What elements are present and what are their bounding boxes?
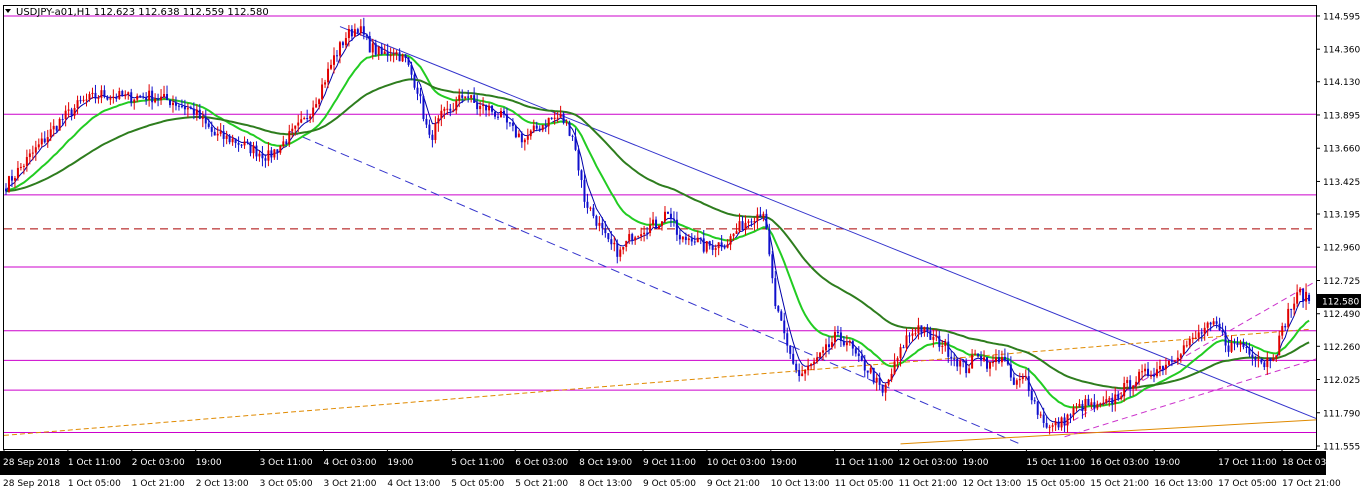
candle: [401, 53, 404, 63]
x-tick-label-top: 15 Oct 11:00: [1026, 458, 1085, 468]
x-tick-label-top: 8 Oct 19:00: [579, 458, 632, 468]
x-tick-label-top: 16 Oct 03:00: [1090, 458, 1149, 468]
x-tick-label-bottom: 4 Oct 13:00: [387, 479, 440, 489]
x-tick-label-bottom: 12 Oct 13:00: [963, 479, 1022, 489]
x-tick-label-bottom: 2 Oct 13:00: [196, 479, 249, 489]
x-tick-label-bottom: 8 Oct 13:00: [579, 479, 632, 489]
x-tick-label-top: 1 Oct 11:00: [68, 458, 121, 468]
x-tick-label-top: 6 Oct 03:00: [515, 458, 568, 468]
x-tick-label-bottom: 15 Oct 21:00: [1090, 479, 1149, 489]
x-tick-label-bottom: 15 Oct 05:00: [1026, 479, 1085, 489]
y-tick-label: 113.425: [1323, 178, 1360, 188]
y-tick-label: 111.790: [1323, 409, 1360, 419]
x-tick-label-bottom: 3 Oct 21:00: [324, 479, 377, 489]
x-tick-label-top: 19:00: [387, 458, 413, 468]
x-tick-label-top: 28 Sep 2018: [3, 458, 60, 468]
x-tick-label-bottom: 5 Oct 21:00: [515, 479, 568, 489]
x-tick-label-bottom: 17 Oct 05:00: [1218, 479, 1277, 489]
x-tick-label-top: 11 Oct 11:00: [835, 458, 894, 468]
candlestick-chart: 114.595114.360114.130113.895113.660113.4…: [0, 0, 1362, 493]
y-tick-label: 113.895: [1323, 111, 1360, 121]
x-tick-label-top: 19:00: [196, 458, 222, 468]
candle: [666, 211, 669, 215]
x-tick-label-bottom: 5 Oct 05:00: [451, 479, 504, 489]
current-price-label: 112.580: [1322, 298, 1359, 308]
candle: [705, 241, 708, 254]
x-tick-label-bottom: 10 Oct 13:00: [771, 479, 830, 489]
x-tick-label-bottom: 1 Oct 05:00: [68, 479, 121, 489]
chart-window: 114.595 114.360 114.130 113.895 113.660 113.4…: [0, 0, 1362, 493]
candle: [422, 94, 425, 122]
x-tick-label-top: 17 Oct 11:00: [1218, 458, 1277, 468]
candle: [568, 120, 571, 137]
candle: [58, 117, 61, 131]
x-tick-label-top: 9 Oct 11:00: [643, 458, 696, 468]
candle: [514, 124, 517, 139]
y-tick-label: 112.025: [1323, 376, 1360, 386]
y-tick-label: 114.130: [1323, 78, 1360, 88]
x-tick-label-bottom: 28 Sep 2018: [3, 479, 60, 489]
candle: [413, 72, 416, 90]
y-tick-label: 111.555: [1323, 443, 1360, 453]
x-tick-label-bottom: 11 Oct 05:00: [835, 479, 894, 489]
x-tick-label-bottom: 9 Oct 21:00: [707, 479, 760, 489]
candle: [819, 351, 822, 359]
x-tick-label-top: 19:00: [1154, 458, 1180, 468]
x-tick-label-bottom: 17 Oct 21:00: [1282, 479, 1341, 489]
x-tick-label-top: 3 Oct 11:00: [260, 458, 313, 468]
y-tick-label: 113.195: [1323, 211, 1360, 221]
y-tick-label: 113.660: [1323, 145, 1360, 155]
y-tick-label: 114.360: [1323, 46, 1360, 56]
x-tick-label-bottom: 16 Oct 13:00: [1154, 479, 1213, 489]
x-tick-label-top: 4 Oct 03:00: [324, 458, 377, 468]
x-tick-label-top: 2 Oct 03:00: [132, 458, 185, 468]
y-tick-label: 112.260: [1323, 343, 1360, 353]
x-tick-label-bottom: 1 Oct 21:00: [132, 479, 185, 489]
x-tick-label-top: 10 Oct 03:00: [707, 458, 766, 468]
x-tick-label-bottom: 11 Oct 21:00: [899, 479, 958, 489]
symbol-info: USDJPY-a01,H1 112.623 112.638 112.559 11…: [16, 7, 269, 18]
x-tick-label-bottom: 9 Oct 05:00: [643, 479, 696, 489]
candle: [872, 367, 875, 385]
x-tick-label-top: 5 Oct 11:00: [451, 458, 504, 468]
y-tick-label: 112.960: [1323, 244, 1360, 254]
candle: [7, 175, 10, 193]
y-tick-label: 112.490: [1323, 310, 1360, 320]
x-tick-label-bottom: 3 Oct 05:00: [260, 479, 313, 489]
x-tick-label-top: 18 Oct 03:00: [1282, 458, 1341, 468]
x-tick-label-top: 12 Oct 03:00: [899, 458, 958, 468]
y-tick-label: 112.725: [1323, 277, 1360, 287]
x-tick-label-top: 19:00: [771, 458, 797, 468]
x-tick-label-top: 19:00: [963, 458, 989, 468]
